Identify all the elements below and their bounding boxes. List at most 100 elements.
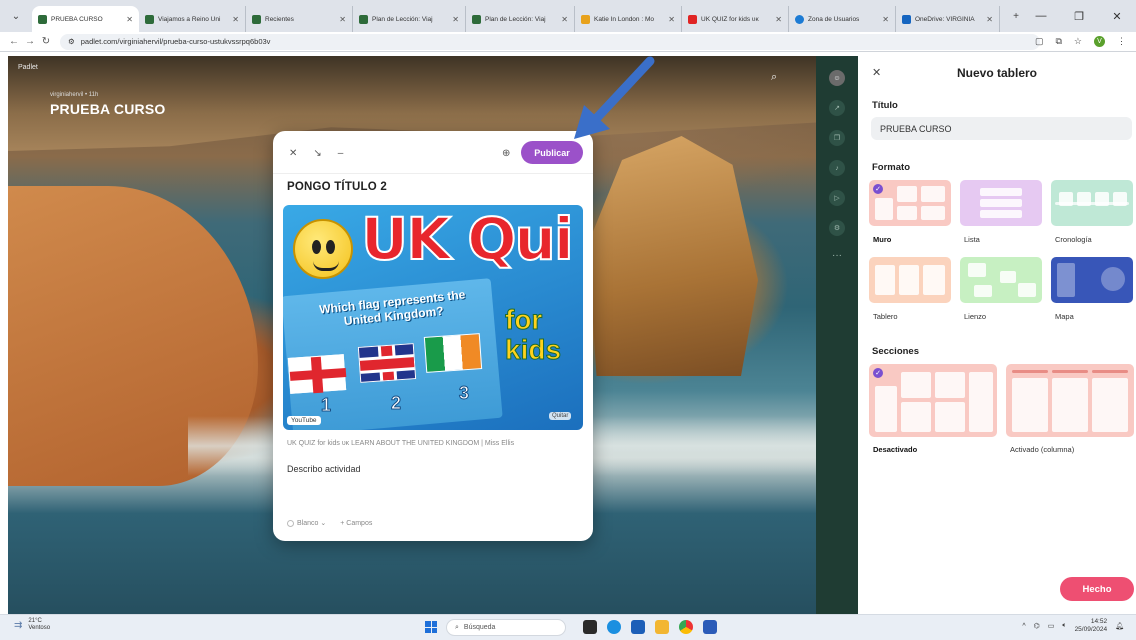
union-jack-flag-icon [357, 343, 417, 383]
post-description-field[interactable]: Describo actividad [287, 464, 361, 474]
close-post-icon[interactable]: ✕ [289, 148, 297, 159]
video-thumbnail[interactable]: UK Qui Which flag represents the United … [283, 205, 583, 430]
option-number-1: 1 [320, 395, 332, 416]
search-icon[interactable]: ⌕ [771, 71, 777, 84]
tab-plan-leccion-2[interactable]: Plan de Lección: Viaj ✕ [466, 6, 575, 32]
close-tab-icon[interactable]: ✕ [561, 15, 568, 24]
edge-icon[interactable] [607, 620, 621, 634]
board-title-input[interactable]: PRUEBA CURSO [871, 117, 1132, 140]
close-tab-icon[interactable]: ✕ [986, 15, 993, 24]
attachment-options-icon[interactable]: ⊕ [502, 148, 510, 159]
tab-plan-leccion-1[interactable]: Plan de Lección: Viaj ✕ [353, 6, 466, 32]
sections-option-columns[interactable] [1006, 364, 1134, 437]
youtube-favicon-icon [688, 14, 697, 24]
close-tab-icon[interactable]: ✕ [775, 15, 782, 24]
volume-icon[interactable]: 🔈︎ [1062, 622, 1066, 630]
close-tab-icon[interactable]: ✕ [882, 15, 889, 24]
post-title-field[interactable]: PONGO TÍTULO 2 [287, 181, 387, 193]
format-label-lienzo: Lienzo [964, 312, 987, 321]
sections-option-off[interactable]: ✓ [869, 364, 997, 437]
tray-expand-icon[interactable]: ^ [1022, 623, 1025, 630]
color-picker[interactable]: Blanco ⌄ [287, 519, 326, 527]
panel-title: Nuevo tablero [956, 66, 1037, 80]
settings-gear-icon[interactable]: ⚙ [829, 220, 845, 236]
notification-icon[interactable]: 🔔︎ [1115, 622, 1124, 630]
weather-widget[interactable]: ⇉ 21°C Ventoso [14, 618, 50, 632]
user-avatar-icon[interactable]: ☺ [829, 70, 845, 86]
tab-label: Plan de Lección: Viaj [485, 15, 546, 23]
browser-menu-icon[interactable]: ⋮ [1117, 36, 1126, 47]
store-icon[interactable] [631, 620, 645, 634]
search-icon: ⌕ [455, 623, 459, 631]
task-view-icon[interactable] [583, 620, 597, 634]
close-tab-icon[interactable]: ✕ [232, 15, 239, 24]
url-field[interactable]: ⚙ padlet.com/virginiahervil/prueba-curso… [60, 33, 1040, 50]
word-icon[interactable] [703, 620, 717, 634]
minimize-post-icon[interactable]: ↘ [313, 148, 321, 159]
format-option-muro[interactable]: ✓ [869, 180, 951, 226]
close-tab-icon[interactable]: ✕ [452, 15, 459, 24]
network-icon[interactable]: ⌬ [1034, 622, 1040, 630]
format-option-lienzo[interactable] [960, 257, 1042, 303]
format-label: Formato [872, 162, 910, 173]
tab-zona-usuarios[interactable]: Zona de Usuarios ✕ [789, 6, 896, 32]
copy-icon[interactable]: ❐ [829, 130, 845, 146]
format-option-cronologia[interactable] [1051, 180, 1133, 226]
format-label-cronologia: Cronología [1055, 235, 1092, 244]
bookmark-favicon-icon [581, 14, 590, 24]
forward-icon[interactable]: → [22, 36, 38, 47]
back-icon[interactable]: ← [6, 36, 22, 47]
reload-icon[interactable]: ↻ [38, 36, 54, 47]
date: 25/09/2024 [1074, 626, 1108, 633]
tab-katie-in-london[interactable]: Katie In London : Mo ✕ [575, 6, 682, 32]
thumbnail-heading: UK Qui [360, 205, 575, 274]
format-option-mapa[interactable] [1051, 257, 1133, 303]
done-button[interactable]: Hecho [1060, 577, 1134, 601]
minimize-icon[interactable]: — [1022, 0, 1060, 32]
taskbar-apps [583, 620, 717, 634]
slideshow-play-icon[interactable]: ▷ [829, 190, 845, 206]
reading-mode-icon[interactable]: ▢ [1035, 36, 1044, 47]
add-fields-button[interactable]: + Campos [340, 520, 372, 527]
address-bar: ← → ↻ ⚙ padlet.com/virginiahervil/prueba… [0, 32, 1136, 52]
smiley-face-icon [293, 219, 353, 279]
tab-prueba-curso[interactable]: PRUEBA CURSO ✕ [32, 6, 139, 32]
cast-icon[interactable]: ⧉ [1055, 36, 1061, 47]
profile-avatar[interactable]: V [1094, 36, 1105, 47]
tab-label: Zona de Usuarios [808, 15, 860, 23]
notification-bell-icon[interactable]: ♪ [829, 160, 845, 176]
display-icon[interactable]: ▭ [1048, 622, 1055, 630]
tab-list-button[interactable]: ⌄ [0, 0, 32, 32]
format-option-tablero[interactable] [869, 257, 951, 303]
collapse-post-icon[interactable]: – [338, 148, 344, 159]
board-author: virginiahervil • 11h [50, 92, 99, 98]
site-info-icon[interactable]: ⚙ [68, 37, 75, 46]
remove-attachment-button[interactable]: Quitar [549, 412, 572, 420]
bookmark-star-icon[interactable]: ☆ [1074, 36, 1082, 47]
close-window-icon[interactable]: ✕ [1098, 0, 1136, 32]
tab-onedrive[interactable]: OneDrive: VIRGINIA ✕ [896, 6, 1000, 32]
taskbar-search[interactable]: ⌕ Búsqueda [446, 619, 566, 636]
more-options-icon[interactable]: ··· [832, 250, 842, 261]
color-label: Blanco [297, 520, 319, 527]
option-number-3: 3 [458, 383, 470, 404]
tab-recientes[interactable]: Recientes ✕ [246, 6, 353, 32]
close-tab-icon[interactable]: ✕ [126, 15, 133, 24]
padlet-favicon-icon [359, 14, 368, 24]
padlet-logo[interactable]: Padlet [18, 64, 38, 71]
tab-uk-quiz[interactable]: UK QUIZ for kids ᴜᴋ ✕ [682, 6, 789, 32]
tab-label: OneDrive: VIRGINIA [915, 15, 975, 23]
close-tab-icon[interactable]: ✕ [668, 15, 675, 24]
clock[interactable]: 14:52 25/09/2024 [1075, 618, 1108, 634]
tab-viajamos[interactable]: Viajamos a Reino Uni ✕ [139, 6, 246, 32]
restore-icon[interactable]: ❐ [1060, 0, 1098, 32]
close-tab-icon[interactable]: ✕ [339, 15, 346, 24]
share-icon[interactable]: ↗ [829, 100, 845, 116]
chrome-icon[interactable] [679, 620, 693, 634]
fields-label: Campos [346, 519, 373, 527]
divider [273, 173, 593, 174]
title-label: Título [872, 100, 898, 111]
file-explorer-icon[interactable] [655, 620, 669, 634]
windows-start-icon[interactable] [425, 621, 437, 633]
format-option-lista[interactable] [960, 180, 1042, 226]
